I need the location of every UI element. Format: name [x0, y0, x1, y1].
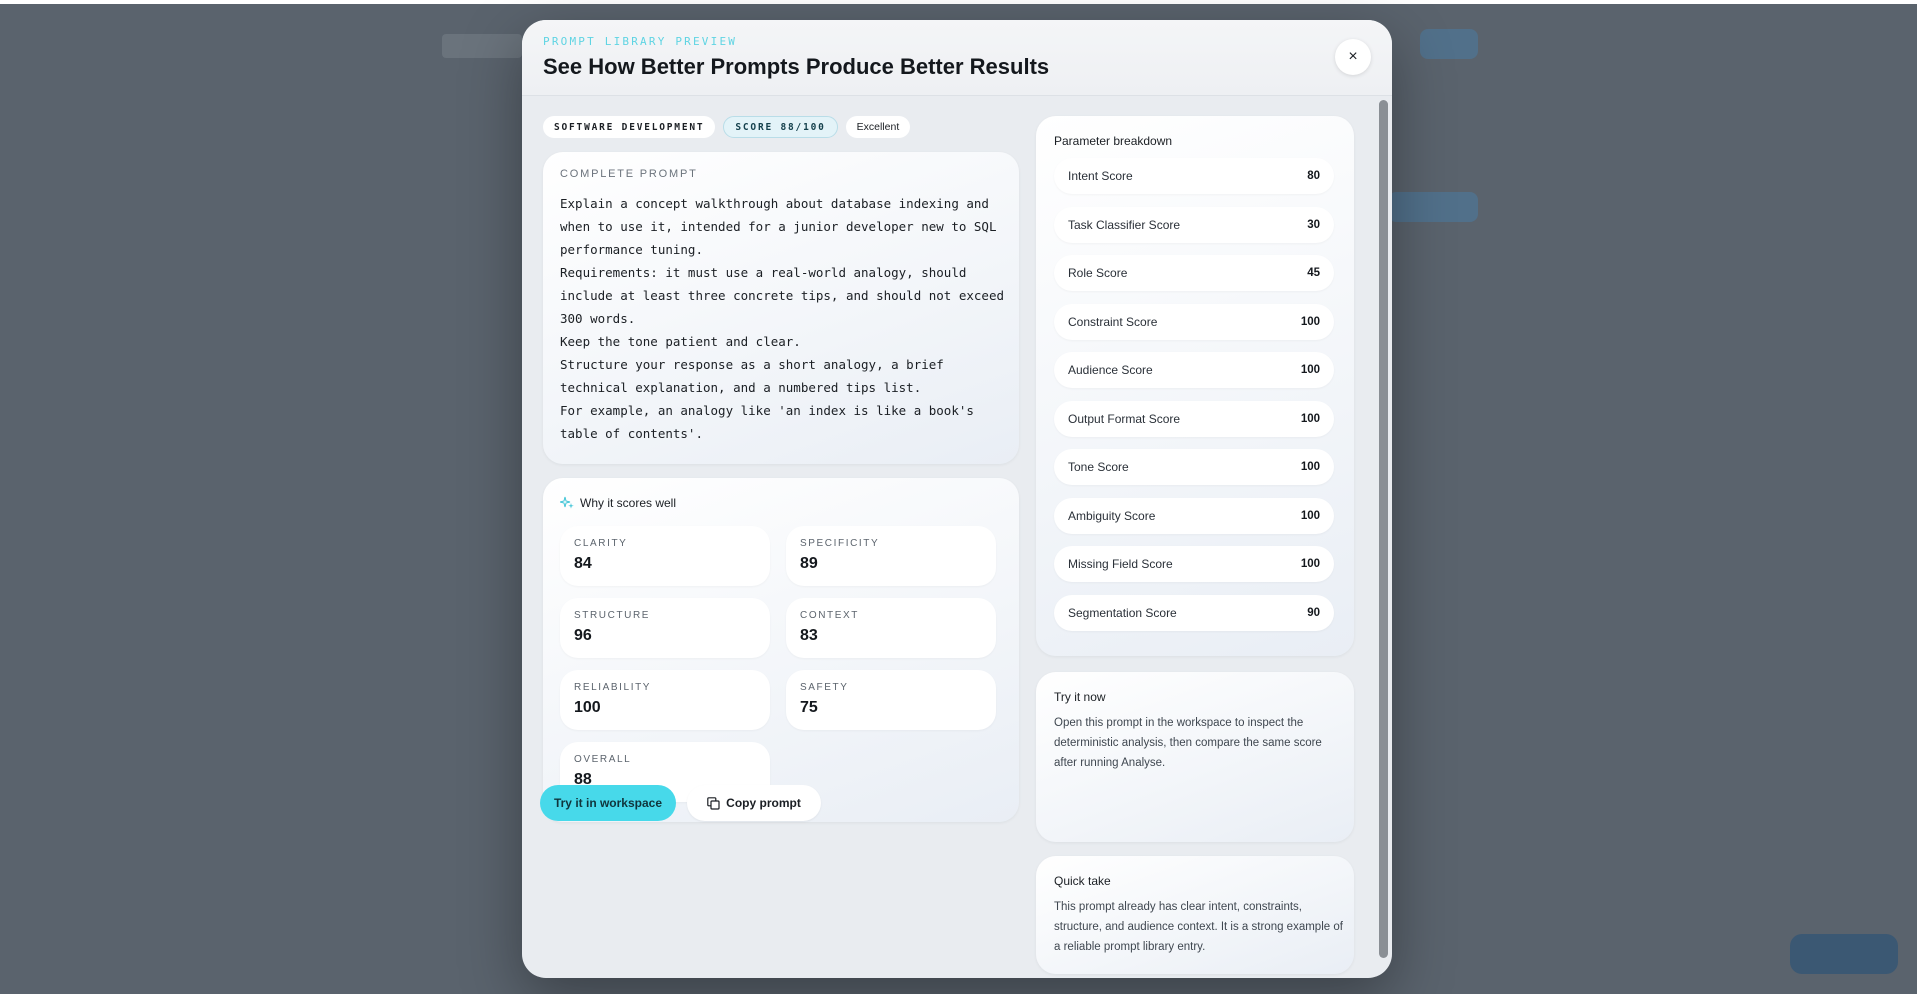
copy-icon	[707, 796, 720, 810]
prompt-line: For example, an analogy like 'an index i…	[560, 403, 982, 441]
metric-value: 84	[574, 555, 592, 572]
category-tag: SOFTWARE DEVELOPMENT	[543, 116, 716, 138]
metric-label: SAFETY	[800, 682, 849, 693]
parameter-breakdown-card: Parameter breakdown Intent Score 80 Task…	[1036, 116, 1354, 656]
prompt-line: Explain a concept walkthrough about data…	[560, 196, 1005, 257]
metric-specificity: SPECIFICITY 89	[786, 526, 996, 586]
metric-label: CLARITY	[574, 538, 628, 549]
metric-safety: SAFETY 75	[786, 670, 996, 730]
param-value: 100	[1300, 364, 1320, 376]
modal-title: See How Better Prompts Produce Better Re…	[543, 54, 1050, 79]
metric-value: 100	[574, 699, 601, 716]
param-value: 100	[1300, 412, 1320, 425]
param-label: Task Classifier Score	[1068, 217, 1181, 232]
param-row-audience: Audience Score 100	[1054, 352, 1334, 388]
param-row-ambiguity: Ambiguity Score 100	[1054, 497, 1334, 534]
param-label: Audience Score	[1068, 363, 1153, 377]
modal-eyebrow: PROMPT LIBRARY PREVIEW	[543, 35, 738, 48]
background-header-button	[1420, 29, 1478, 59]
param-row-segmentation: Segmentation Score 90	[1054, 594, 1334, 631]
quick-take-card: Quick take This prompt already has clear…	[1036, 856, 1354, 974]
try-it-now-card: Try it now Open this prompt in the works…	[1036, 672, 1354, 842]
param-value: 45	[1307, 267, 1320, 279]
try-in-workspace-button[interactable]: Try it in workspace	[540, 785, 676, 821]
modal-header: PROMPT LIBRARY PREVIEW See How Better Pr…	[522, 20, 1392, 96]
metric-structure: STRUCTURE 96	[560, 598, 770, 658]
param-label: Tone Score	[1068, 460, 1129, 474]
why-header: Why it scores well	[560, 496, 676, 510]
prompt-text: Explain a concept walkthrough about data…	[560, 192, 1005, 445]
background-title-placeholder	[442, 34, 522, 58]
prompt-line: Structure your response as a short analo…	[560, 357, 952, 395]
param-label: Segmentation Score	[1068, 605, 1177, 620]
try-it-now-title: Try it now	[1054, 690, 1106, 704]
complete-prompt-label: COMPLETE PROMPT	[560, 168, 698, 180]
copy-prompt-button[interactable]: Copy prompt	[687, 785, 821, 821]
metric-reliability: RELIABILITY 100	[560, 670, 770, 730]
param-row-task-classifier: Task Classifier Score 30	[1054, 206, 1334, 243]
param-value: 100	[1300, 558, 1320, 570]
background-floating-button	[1790, 934, 1898, 974]
metric-label: OVERALL	[574, 754, 632, 765]
quick-take-description: This prompt already has clear intent, co…	[1054, 901, 1343, 953]
tag-row: SOFTWARE DEVELOPMENT SCORE 88/100 Excell…	[543, 116, 911, 138]
why-title: Why it scores well	[580, 496, 677, 510]
scrollbar-thumb[interactable]	[1379, 100, 1388, 958]
param-label: Role Score	[1068, 266, 1128, 280]
score-badge: SCORE 88/100	[723, 116, 838, 138]
try-it-now-description: Open this prompt in the workspace to ins…	[1054, 717, 1322, 769]
param-row-tone: Tone Score 100	[1054, 449, 1334, 485]
prompt-preview-modal: PROMPT LIBRARY PREVIEW See How Better Pr…	[522, 20, 1392, 978]
param-value: 100	[1300, 461, 1320, 473]
close-icon: ×	[1348, 48, 1358, 65]
param-label: Intent Score	[1068, 169, 1133, 183]
param-value: 30	[1307, 218, 1320, 231]
metric-context: CONTEXT 83	[786, 598, 996, 658]
param-label: Missing Field Score	[1068, 557, 1173, 571]
metric-label: RELIABILITY	[574, 682, 652, 693]
prompt-line: Requirements: it must use a real-world a…	[560, 265, 1012, 326]
metric-label: SPECIFICITY	[800, 538, 880, 549]
param-row-output-format: Output Format Score 100	[1054, 400, 1334, 437]
metric-clarity: CLARITY 84	[560, 526, 770, 586]
metric-value: 96	[574, 627, 592, 644]
complete-prompt-card: COMPLETE PROMPT Explain a concept walkth…	[543, 152, 1019, 464]
close-button[interactable]: ×	[1335, 39, 1371, 75]
metric-label: CONTEXT	[800, 610, 859, 621]
quick-take-title: Quick take	[1054, 874, 1111, 888]
parameter-breakdown-title: Parameter breakdown	[1054, 134, 1173, 148]
param-label: Constraint Score	[1068, 314, 1158, 329]
rating-badge: Excellent	[845, 116, 911, 138]
metric-value: 83	[800, 627, 818, 644]
copy-prompt-label: Copy prompt	[726, 796, 801, 810]
param-row-role: Role Score 45	[1054, 255, 1334, 291]
param-label: Output Format Score	[1068, 411, 1181, 426]
why-it-scores-card: Why it scores well CLARITY 84 SPECIFICIT…	[543, 478, 1019, 822]
param-label: Ambiguity Score	[1068, 508, 1156, 523]
sparkle-icon	[560, 496, 574, 509]
param-value: 90	[1307, 606, 1320, 619]
metric-label: STRUCTURE	[574, 610, 651, 621]
param-value: 80	[1307, 170, 1320, 182]
param-value: 100	[1300, 315, 1320, 328]
metric-value: 89	[800, 555, 818, 572]
background-action-button	[1388, 192, 1478, 222]
param-row-intent: Intent Score 80	[1054, 158, 1334, 194]
param-value: 100	[1300, 509, 1320, 522]
param-row-missing-field: Missing Field Score 100	[1054, 546, 1334, 582]
param-row-constraint: Constraint Score 100	[1054, 303, 1334, 340]
metric-value: 75	[800, 699, 818, 716]
prompt-line: Keep the tone patient and clear.	[560, 334, 801, 349]
